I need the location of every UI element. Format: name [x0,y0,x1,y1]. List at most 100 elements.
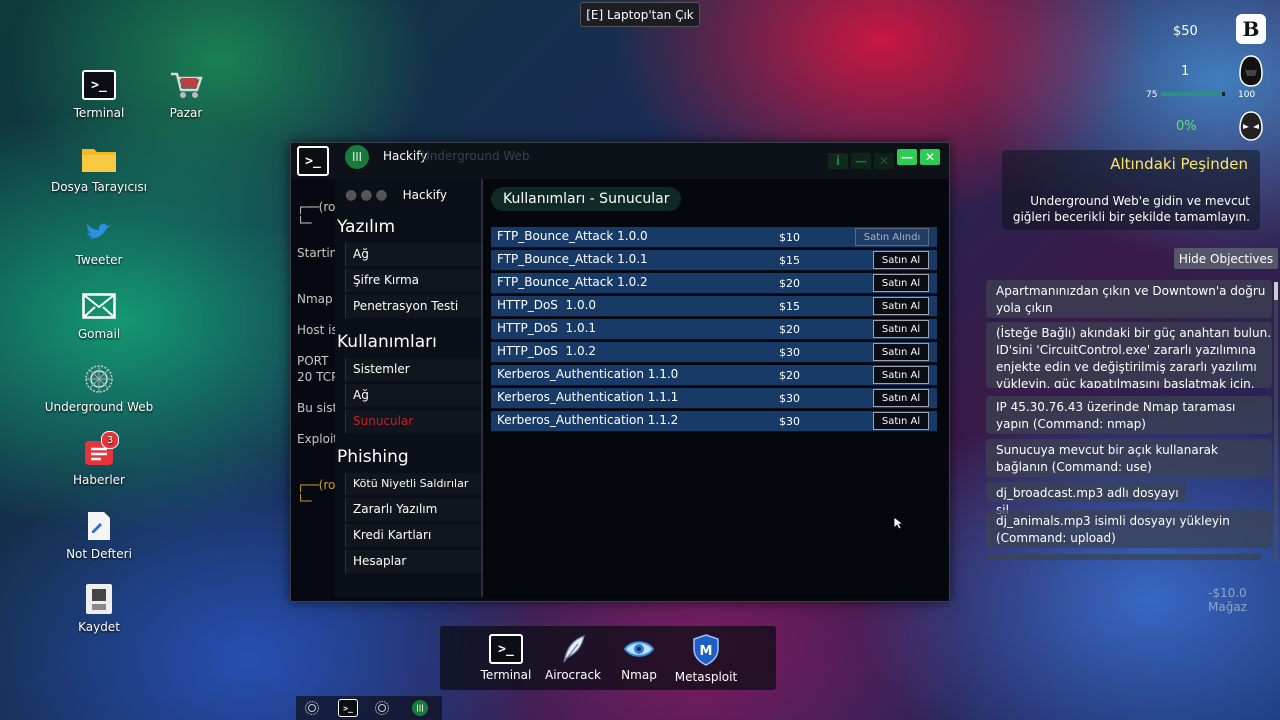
table-row: FTP_Bounce_Attack 1.0.2 $20 Satın Al [491,273,937,294]
buy-button[interactable]: Satın Al [873,389,929,407]
store-transaction-notice: -$10.0 Mağaz [1208,586,1247,614]
hackify-window: >_ ||| Hackify Underground Web i — ✕ — ✕… [290,142,950,602]
eye-icon [623,641,655,657]
exploit-price: $30 [779,346,800,359]
save-icon [81,582,117,616]
minimize-button[interactable]: — [897,149,917,165]
exploit-price: $15 [779,254,800,267]
desktop-icon-file-browser[interactable]: Dosya Tarayıcısı [44,142,154,194]
window-titlebar[interactable]: >_ ||| Hackify Underground Web i — ✕ — ✕ [291,143,949,179]
exploit-name: FTP_Bounce_Attack 1.0.0 [497,229,648,243]
close-button[interactable]: ✕ [920,149,940,165]
bank-b-icon[interactable]: B [1236,14,1266,44]
buy-button[interactable]: Satın Al [873,274,929,292]
exploit-name: FTP_Bounce_Attack 1.0.2 [497,275,648,289]
exploit-name: Kerberos_Authentication 1.1.2 [497,413,679,427]
terminal-icon[interactable]: >_ [338,699,358,717]
objective-item: Apartmanınızdan çıkın ve Downtown'a doğr… [986,280,1272,318]
sidebar-item-sunucular[interactable]: Sunucular [345,410,481,433]
exploit-price: $30 [779,392,800,405]
sidebar-item-zararli-yazilim[interactable]: Zararlı Yazılım [345,498,481,521]
sidebar-item-ag-exploit[interactable]: Ağ [345,384,481,407]
sidebar-item-kotu-niyetli[interactable]: Kötü Niyetli Saldırılar [345,473,481,495]
sidebar-item-hesaplar[interactable]: Hesaplar [345,550,481,573]
desktop-icon-gomail[interactable]: Gomail [44,289,154,341]
hackify-sidebar: ●●● Hackify Yazılım Ağ Şifre Kırma Penet… [335,179,481,597]
table-row: Kerberos_Authentication 1.1.1 $30 Satın … [491,388,937,409]
buy-button[interactable]: Satın Al [873,343,929,361]
desktop-icon-notepad[interactable]: Not Defteri [44,509,154,561]
desktop-icon-label: Gomail [77,327,121,341]
mouse-cursor-icon [893,516,903,530]
sidebar-item-kredi-kartlari[interactable]: Kredi Kartları [345,524,481,547]
hide-objectives-button[interactable]: Hide Objectives [1174,248,1278,269]
objective-item: IP 45.30.76.43 üzerinde Nmap taraması ya… [986,396,1272,434]
objective-title: Altındaki Peşinden [1110,155,1248,173]
desktop-icon-haberler[interactable]: 3 Haberler [44,431,154,487]
info-button[interactable]: i [828,153,848,169]
web-emblem-icon[interactable] [304,700,320,716]
sidebar-item-sifre-kirma[interactable]: Şifre Kırma [345,269,481,292]
objective-panel: Altındaki Peşinden Underground Web'e gid… [1002,150,1260,230]
desktop-icon-kaydet[interactable]: Kaydet [44,582,154,634]
exploit-name: Kerberos_Authentication 1.1.1 [497,390,679,404]
page-title: Kullanımları - Sunucular [491,187,682,211]
sidebar-item-penetrasyon-testi[interactable]: Penetrasyon Testi [345,295,481,318]
exploit-name: HTTP_DoS 1.0.0 [497,298,597,312]
desktop-icon-tweeter[interactable]: Tweeter [44,215,154,267]
xp-min: 75 [1146,90,1158,100]
desktop-icon-underground-web[interactable]: Underground Web [44,362,154,414]
desktop-icon-label: Underground Web [44,400,154,414]
stealth-mask-icon [1239,111,1263,141]
bird-icon [81,215,117,249]
shield-m-icon: M [693,634,719,666]
exploit-name: HTTP_DoS 1.0.1 [497,321,597,335]
exploit-price: $15 [779,300,800,313]
notification-badge: 3 [101,431,119,449]
hacker-hood-icon [1239,55,1263,87]
notepad-icon [81,509,117,543]
exploit-price: $20 [779,323,800,336]
minimize-ghost-button: — [851,153,871,169]
sidebar-item-ag[interactable]: Ağ [345,243,481,266]
dock-item-terminal[interactable]: >_ Terminal [473,634,539,682]
section-title-yazilim: Yazılım [337,217,396,237]
hackify-logo-icon[interactable]: ||| [412,700,428,716]
dock-label: Terminal [480,668,532,682]
section-title-kullanimlari: Kullanımları [337,332,437,352]
buy-button[interactable]: Satın Al [873,366,929,384]
table-row: HTTP_DoS 1.0.1 $20 Satın Al [491,319,937,340]
objective-description: Underground Web'e gidin ve mevcut giğler… [1012,194,1250,224]
sidebar-item-sistemler[interactable]: Sistemler [345,358,481,381]
percent-display: 0% [1176,119,1197,134]
xp-bar-fill [1161,92,1222,96]
terminal-icon: >_ [489,634,523,664]
buy-button[interactable]: Satın Al [873,251,929,269]
dock-item-airocrack[interactable]: Airocrack [540,634,606,682]
dock-item-metasploit[interactable]: M Metasploit [673,634,739,684]
dock-item-nmap[interactable]: Nmap [606,634,672,682]
table-row: HTTP_DoS 1.0.2 $30 Satın Al [491,342,937,363]
scrollbar-thumb[interactable] [1274,282,1278,300]
desktop-icon-pazar[interactable]: Pazar [131,68,241,120]
exploit-name: Kerberos_Authentication 1.1.0 [497,367,679,381]
feather-icon [563,635,585,663]
desktop-icon-label: Dosya Tarayıcısı [50,180,148,194]
objective-item: Sunucuya mevcut bir açık kullanarak bağl… [986,439,1272,477]
exploit-price: $30 [779,415,800,428]
desktop-icon-label: Kaydet [78,620,120,634]
exploit-name: FTP_Bounce_Attack 1.0.1 [497,252,648,266]
taskbar: >_ ||| [296,696,442,720]
buy-button[interactable]: Satın Al [873,297,929,315]
buy-button[interactable]: Satın Al [873,412,929,430]
desktop-icon-label: Haberler [73,473,125,487]
objectives-scrollbar[interactable] [1274,282,1278,562]
dock-label: Metasploit [674,670,738,684]
section-title-phishing: Phishing [337,447,409,467]
app-dock: >_ Terminal Airocrack Nmap M Metasploit [440,626,776,690]
buy-button[interactable]: Satın Al [873,320,929,338]
folder-icon [81,142,117,176]
mail-icon [81,289,117,323]
web-emblem-icon[interactable] [374,700,390,716]
desktop-icon-label: Not Defteri [66,547,132,561]
